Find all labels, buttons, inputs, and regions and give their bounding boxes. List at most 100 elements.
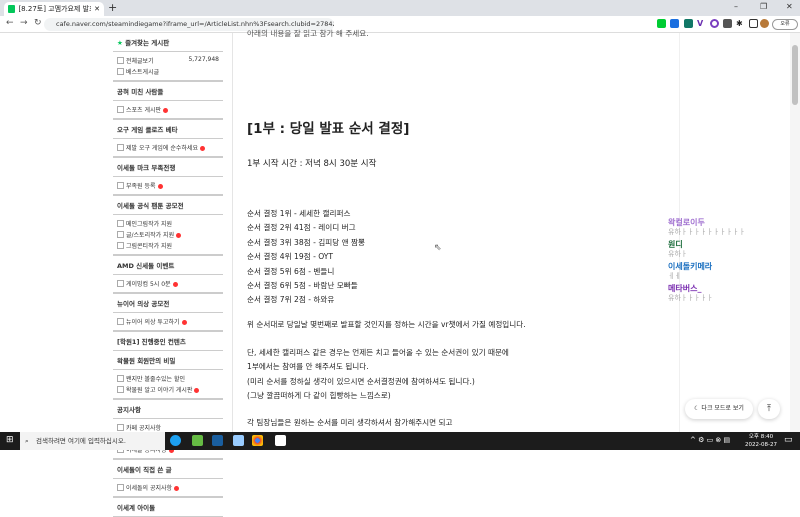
scroll-top-button[interactable]: ⤒	[758, 399, 780, 419]
sidebar-item-all[interactable]: 전체글보기 5,727,948	[113, 55, 223, 66]
comment-nickname[interactable]: 왁컬로이두	[668, 218, 745, 228]
comment-nickname[interactable]: 이세돌키메라	[668, 262, 745, 272]
profile-button[interactable]: 오류	[772, 19, 798, 30]
section-heading: [1부 : 당일 발표 순서 결정]	[247, 121, 410, 137]
app-icon[interactable]	[275, 435, 286, 446]
notification-icon[interactable]: ▭	[784, 435, 793, 445]
puzzle-icon[interactable]: ✱	[736, 19, 745, 28]
sidebar-item-label: 글/스토리작가 지원	[126, 232, 175, 239]
tab-bar: [8.27토] 고멤가요제 발표 순서 결정✕ + – ❐ ✕	[0, 0, 800, 16]
ranking-item: 순서 결정 1위 - 세세한 캘리퍼스	[247, 209, 351, 218]
ranking-item: 순서 결정 4위 19점 - OYT	[247, 252, 334, 262]
sidebar-group-title[interactable]: 이세돌이 직접 쓴 글	[113, 460, 223, 479]
sidebar-group-title[interactable]: 이세돌 마크 부족전쟁	[113, 158, 223, 177]
scrollbar-thumb[interactable]	[792, 45, 798, 105]
restore-button[interactable]: ❐	[760, 2, 767, 11]
app-icon[interactable]	[233, 435, 244, 446]
minecraft-icon[interactable]	[192, 435, 203, 446]
extension-icon[interactable]	[670, 19, 679, 28]
comment-nickname[interactable]: 원디	[668, 240, 745, 250]
rankings-list: 순서 결정 1위 - 세세한 캘리퍼스 순서 결정 2위 41점 - 레이디 버그…	[247, 207, 365, 308]
divider	[232, 33, 233, 432]
extension-icon[interactable]: V	[697, 19, 706, 28]
edge-icon[interactable]	[170, 435, 181, 446]
paragraph: 각 팀장님들은 원하는 순서를 미리 생각하셔서 참가해주시면 되고	[247, 418, 453, 427]
ranking-item: 순서 결정 3위 38점 - 김피당 앤 짬뽕	[247, 237, 365, 247]
sidebar-item-best[interactable]: 베스트게시글	[113, 66, 223, 77]
sidebar-group-title[interactable]: 오구 게임 클로즈 베타	[113, 120, 223, 139]
sidebar-item-label: 부족원 등록	[126, 183, 156, 190]
chrome-icon[interactable]	[252, 435, 263, 446]
extension-icon[interactable]	[710, 19, 719, 28]
sidebar-item[interactable]: 게이밍컴 5시 0분	[113, 278, 223, 289]
naver-cafe-icon	[8, 5, 16, 13]
sidebar-group-title[interactable]: 이세돌 공식 팬툰 공모전	[113, 196, 223, 215]
sidepanel-icon[interactable]	[749, 19, 758, 28]
sidebar-item[interactable]: 메인그림작가 지원	[113, 218, 223, 229]
sidebar-group: 제발 오구 게임에 순수하세요	[113, 139, 223, 158]
sidebar-item[interactable]: 제발 오구 게임에 순수하세요	[113, 142, 223, 153]
comment-nickname[interactable]: 메타버스_	[668, 284, 745, 294]
close-window-button[interactable]: ✕	[786, 2, 793, 11]
sidebar-item-label: 이세돌의 공지사항	[126, 485, 173, 492]
forward-icon[interactable]: →	[20, 18, 28, 28]
extension-icon[interactable]	[657, 19, 666, 28]
date: 2022-08-27	[745, 442, 777, 448]
sidebar-group-title[interactable]: 공지사항	[113, 400, 223, 419]
dark-mode-button[interactable]: ☾ 다크 모드로 보기	[685, 399, 753, 419]
extension-icon[interactable]	[684, 19, 693, 28]
notice-line: 1부에서는 참여를 안 해주셔도 됩니다.	[247, 362, 369, 372]
sidebar-item-label: 왁물원 알고 이야기 게시판	[126, 387, 193, 394]
sidebar-item[interactable]: 글/스토리작가 지원	[113, 229, 223, 240]
extension-icon[interactable]	[723, 19, 732, 28]
back-icon[interactable]: ←	[6, 18, 14, 28]
sidebar-group: 스포츠 게시판	[113, 101, 223, 120]
sidebar-group-title[interactable]: 왁물원 회원만의 비밀	[113, 351, 223, 370]
sidebar-group-title[interactable]: 이세계 아이돌	[113, 498, 223, 517]
comment-text: 유하ㅏㅏㅏㅏㅏ	[668, 294, 714, 302]
ranking-item: 순서 결정 6위 5점 - 바람난 모빠들	[247, 281, 358, 291]
windows-start-icon[interactable]: ⊞	[6, 435, 14, 445]
sidebar-item[interactable]: 왁물원 알고 이야기 게시판	[113, 384, 223, 395]
reload-icon[interactable]: ↻	[34, 18, 42, 28]
new-badge-icon	[194, 388, 200, 393]
sidebar-item[interactable]: 뉴이어 의상 투고하기	[113, 316, 223, 327]
sidebar-item[interactable]: 왠지만 볼줄수있는 할인	[113, 373, 223, 384]
intro-text: 아래의 내용을 잘 읽고 참가 해 주세요.	[247, 29, 369, 38]
tab-active[interactable]: [8.27토] 고멤가요제 발표 순서 결정✕	[4, 2, 104, 16]
sidebar-item-label: 스포츠 게시판	[126, 107, 162, 114]
sidebar-group-title[interactable]: AMD 신세돌 이벤트	[113, 256, 223, 275]
paragraph: 위 순서대로 당일날 몇번째로 발표할 것인지를 정하는 시간을 vr챗에서 가…	[247, 320, 526, 329]
notice-line: (미리 순서를 정하실 생각이 있으시면 순서결정권에 참여하셔도 됩니다.)	[247, 376, 475, 386]
taskbar-search-input[interactable]: ⌕ 검색하려면 여기에 입력하십시오.	[20, 432, 165, 450]
favorites-label: 즐겨찾는 게시판	[125, 39, 170, 47]
sidebar-group: 게이밍컴 5시 0분	[113, 275, 223, 294]
label: 전체글보기	[126, 58, 154, 65]
sidebar-item-label: 제발 오구 게임에 순수하세요	[126, 145, 198, 152]
minimize-button[interactable]: –	[734, 2, 738, 11]
taskbar: ⊞ ⌕ 검색하려면 여기에 입력하십시오. ^ ⚙ ▭ ⊗ ▤ 오후 8:40 20…	[0, 432, 800, 450]
new-badge-icon	[157, 184, 163, 189]
notice-paragraph: 단, 세세한 캘리퍼스 같은 경우는 언제든 치고 들어올 수 있는 순서권이 …	[247, 346, 509, 404]
sidebar-item[interactable]: 이세돌의 공지사항	[113, 482, 223, 493]
tray-icons[interactable]: ^ ⚙ ▭ ⊗ ▤	[690, 436, 730, 444]
new-tab-button[interactable]: +	[108, 1, 117, 14]
avatar[interactable]	[760, 19, 769, 28]
sidebar-group: 뉴이어 의상 투고하기	[113, 313, 223, 332]
sidebar-group-title[interactable]: [학원1] 진행중인 컨텐츠	[113, 332, 223, 351]
favorites-header[interactable]: ★ 즐겨찾는 게시판	[113, 33, 223, 52]
sidebar-item-label: 뉴이어 의상 투고하기	[126, 319, 180, 326]
dark-mode-label: 다크 모드로 보기	[701, 405, 744, 412]
app-icon[interactable]	[212, 435, 223, 446]
sidebar-item[interactable]: 스포츠 게시판	[113, 104, 223, 115]
sidebar-group-title[interactable]: 뉴이어 의상 공모전	[113, 294, 223, 313]
sidebar-group-title[interactable]: 공혀 미친 사람들	[113, 82, 223, 101]
ranking-item: 순서 결정 5위 6점 - 벤들니	[247, 266, 335, 276]
sidebar-item-label: 왠지만 볼줄수있는 할인	[126, 376, 186, 383]
sidebar-item[interactable]: 부족원 등록	[113, 180, 223, 191]
sidebar-item[interactable]: 그림콘티작가 지원	[113, 240, 223, 251]
star-icon: ★	[117, 39, 123, 47]
tab-title: [8.27토] 고멤가요제 발표 순서 결정	[18, 5, 91, 13]
close-tab-icon[interactable]: ✕	[94, 5, 100, 13]
clock[interactable]: 오후 8:40 2022-08-27	[745, 433, 777, 449]
